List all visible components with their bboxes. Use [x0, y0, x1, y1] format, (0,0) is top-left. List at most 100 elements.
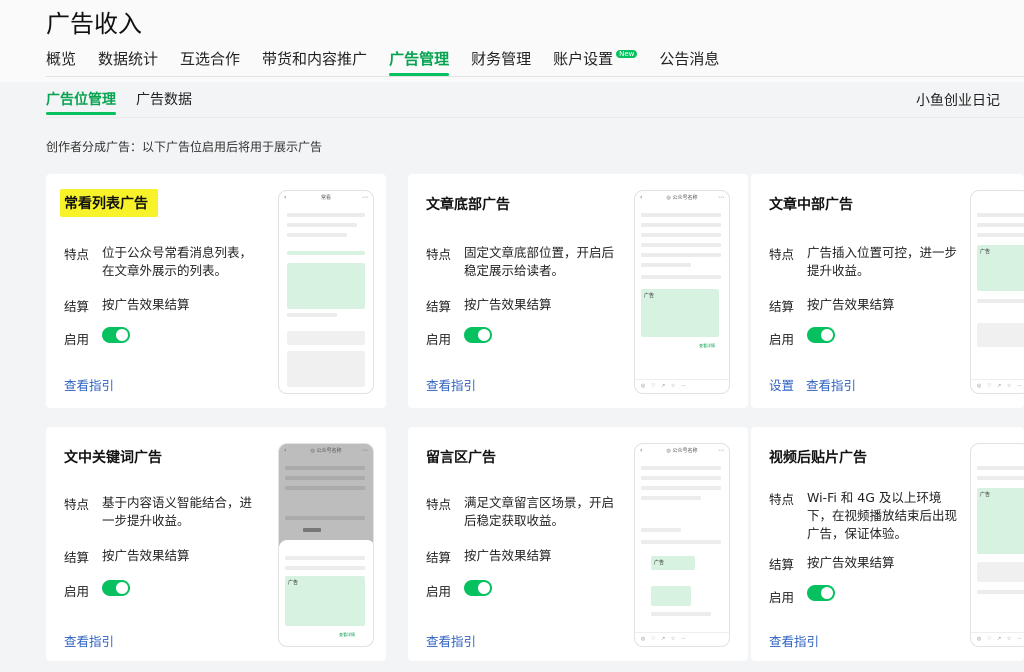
ad-cta: 查看详情 [339, 632, 355, 637]
preview-phone: ‹ ◎ 公众号名称 ⋯ 广告 查看详情 [278, 443, 374, 647]
view-guide-link[interactable]: 查看指引 [426, 375, 476, 394]
enable-row: 启用 [769, 587, 807, 606]
preview-title: ◎ 公众号名称 [666, 195, 698, 201]
settlement-label: 结算 [769, 557, 795, 572]
enable-toggle[interactable] [102, 327, 130, 343]
enable-label: 启用 [426, 332, 452, 347]
view-guide-link[interactable]: 查看指引 [769, 631, 819, 650]
feature-text: 广告插入位置可控，进一步提升收益。 [807, 245, 958, 278]
preview-line [977, 213, 1024, 217]
sub-nav: 广告位管理 广告数据 [46, 89, 212, 115]
feature-label: 特点 [426, 497, 452, 512]
feature-text: 位于公众号常看消息列表，在文章外展示的列表。 [102, 245, 253, 278]
nav-account-settings-label: 账户设置 [553, 50, 614, 68]
settlement-label: 结算 [64, 299, 90, 314]
ad-slot-card-article-bottom: 文章底部广告 特点 固定文章底部位置，开启后稳定展示给读者。 结算 按广告效果结… [408, 174, 748, 408]
ad-slot-card-video-post-roll: 视频后贴片广告 特点 Wi-Fi 和 4G 及以上环境下，在视频播放结束后出现广… [751, 427, 1024, 661]
toggle-knob [821, 587, 833, 599]
nav-account-settings[interactable]: 账户设置 New [553, 48, 638, 76]
preview-ad-line [287, 251, 365, 255]
toggle-knob [478, 582, 490, 594]
enable-toggle[interactable] [102, 580, 130, 596]
preview-ad-block: 广告 [977, 488, 1024, 554]
preview-line [285, 476, 365, 480]
enable-toggle[interactable] [464, 580, 492, 596]
preview-line [641, 233, 721, 237]
feature-row: 特点 满足文章留言区场景，开启后稳定获取收益。 [426, 494, 616, 530]
top-bar: 广告收入 概览 数据统计 互选合作 带货和内容推广 广告管理 财务管理 账户设置… [0, 0, 1024, 82]
ad-label: 广告 [980, 492, 991, 498]
enable-label: 启用 [64, 332, 90, 347]
preview-line [641, 213, 721, 217]
enable-label: 启用 [769, 332, 795, 347]
ad-slot-card-keyword: 文中关键词广告 特点 基于内容语义智能结合，进一步提升收益。 结算 按广告效果结… [46, 427, 386, 661]
feature-row: 特点 位于公众号常看消息列表，在文章外展示的列表。 [64, 244, 254, 280]
settlement-label: 结算 [426, 299, 452, 314]
nav-product-promotion[interactable]: 带货和内容推广 [262, 48, 367, 76]
preview-line [285, 516, 365, 520]
enable-toggle[interactable] [807, 585, 835, 601]
preview-header: ‹ ◎ 公众号名称 ⋯ [640, 194, 724, 201]
feature-text: Wi-Fi 和 4G 及以上环境下，在视频播放结束后出现广告，保证体验。 [807, 490, 958, 541]
feature-text: 基于内容语义智能结合，进一步提升收益。 [102, 495, 253, 528]
preview-line [641, 476, 721, 480]
preview-line [287, 313, 337, 317]
preview-ad-cta-row: 查看详情 [285, 630, 365, 640]
preview-block [287, 351, 365, 387]
enable-row: 启用 [769, 329, 807, 348]
page-title: 广告收入 [46, 10, 142, 38]
nav-ad-management[interactable]: 广告管理 [389, 48, 450, 76]
enable-row: 启用 [426, 329, 464, 348]
preview-footer: ◎ ♡ ↗ ☆ ⋯ [971, 379, 1024, 393]
settlement-row: 结算 按广告效果结算 [64, 547, 254, 566]
preview-line [641, 223, 721, 227]
settlement-text: 按广告效果结算 [464, 297, 552, 312]
preview-line [641, 263, 691, 267]
nav-announcements[interactable]: 公告消息 [659, 48, 719, 76]
preview-line [641, 528, 681, 532]
tab-ad-data[interactable]: 广告数据 [136, 89, 192, 115]
preview-line [977, 233, 1024, 237]
preview-keyword [303, 528, 321, 532]
feature-row: 特点 广告插入位置可控，进一步提升收益。 [769, 244, 959, 280]
setup-link[interactable]: 设置 [769, 375, 794, 394]
settlement-text: 按广告效果结算 [807, 297, 895, 312]
view-guide-link[interactable]: 查看指引 [806, 375, 856, 394]
preview-line [977, 223, 1024, 227]
preview-block [287, 331, 365, 345]
enable-toggle[interactable] [807, 327, 835, 343]
preview-line [285, 466, 365, 470]
view-guide-link[interactable]: 查看指引 [64, 631, 114, 650]
card-title: 文中关键词广告 [64, 450, 162, 466]
preview-line [641, 466, 721, 470]
ad-slot-card-comment-area: 留言区广告 特点 满足文章留言区场景，开启后稳定获取收益。 结算 按广告效果结算… [408, 427, 748, 661]
enable-toggle[interactable] [464, 327, 492, 343]
ad-cta: 查看详情 [699, 343, 715, 348]
preview-line [287, 213, 365, 217]
view-guide-link[interactable]: 查看指引 [64, 375, 114, 394]
preview-ad-block: 广告 [285, 576, 365, 626]
preview-line [651, 612, 711, 616]
tab-ad-slot-management[interactable]: 广告位管理 [46, 89, 116, 115]
nav-data-stats[interactable]: 数据统计 [98, 48, 158, 76]
preview-phone: ‹ 常看 ⋯ [278, 190, 374, 394]
card-title: 文章中部广告 [769, 197, 853, 213]
preview-line [641, 243, 721, 247]
nav-overview[interactable]: 概览 [46, 48, 76, 76]
preview-phone: ‹ ◎ 公众号名称 ⋯ 广告 查看详情 ◎ ♡ ↗ ☆ ⋯ [634, 190, 730, 394]
settlement-row: 结算 按广告效果结算 [426, 296, 616, 315]
preview-phone: 广告 ◎ ♡ ↗ ☆ ⋯ [970, 190, 1024, 394]
view-guide-link[interactable]: 查看指引 [426, 631, 476, 650]
account-name[interactable]: 小鱼创业日记 [916, 90, 1000, 110]
feature-label: 特点 [64, 247, 90, 262]
preview-line [287, 233, 347, 237]
preview-phone: 广告 ◎ ♡ ↗ ☆ ⋯ [970, 443, 1024, 647]
preview-header: ‹ ◎ 公众号名称 ⋯ [640, 447, 724, 454]
preview-ad-block [651, 586, 691, 606]
preview-ad-block: 广告 [651, 556, 695, 570]
nav-mutual-selection[interactable]: 互选合作 [180, 48, 240, 76]
preview-footer: ◎ ♡ ↗ ☆ ⋯ [971, 632, 1024, 646]
nav-finance[interactable]: 财务管理 [471, 48, 531, 76]
preview-line [977, 466, 1024, 470]
preview-line [641, 486, 721, 490]
